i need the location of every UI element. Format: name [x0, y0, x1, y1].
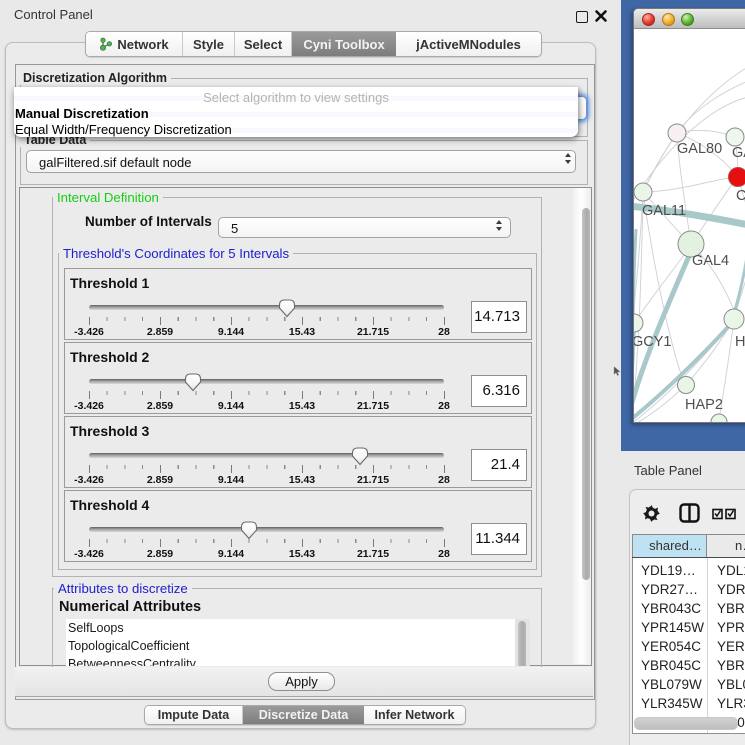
svg-text:GAL4: GAL4	[692, 253, 729, 269]
svg-text:GCY1: GCY1	[634, 334, 672, 350]
svg-text:GAL80: GAL80	[677, 141, 722, 157]
svg-text:GAL11: GAL11	[642, 203, 686, 219]
svg-text:H: H	[735, 334, 745, 350]
svg-text:C: C	[736, 188, 745, 204]
svg-text:GA: GA	[732, 145, 745, 161]
svg-text:HAP2: HAP2	[685, 397, 723, 413]
